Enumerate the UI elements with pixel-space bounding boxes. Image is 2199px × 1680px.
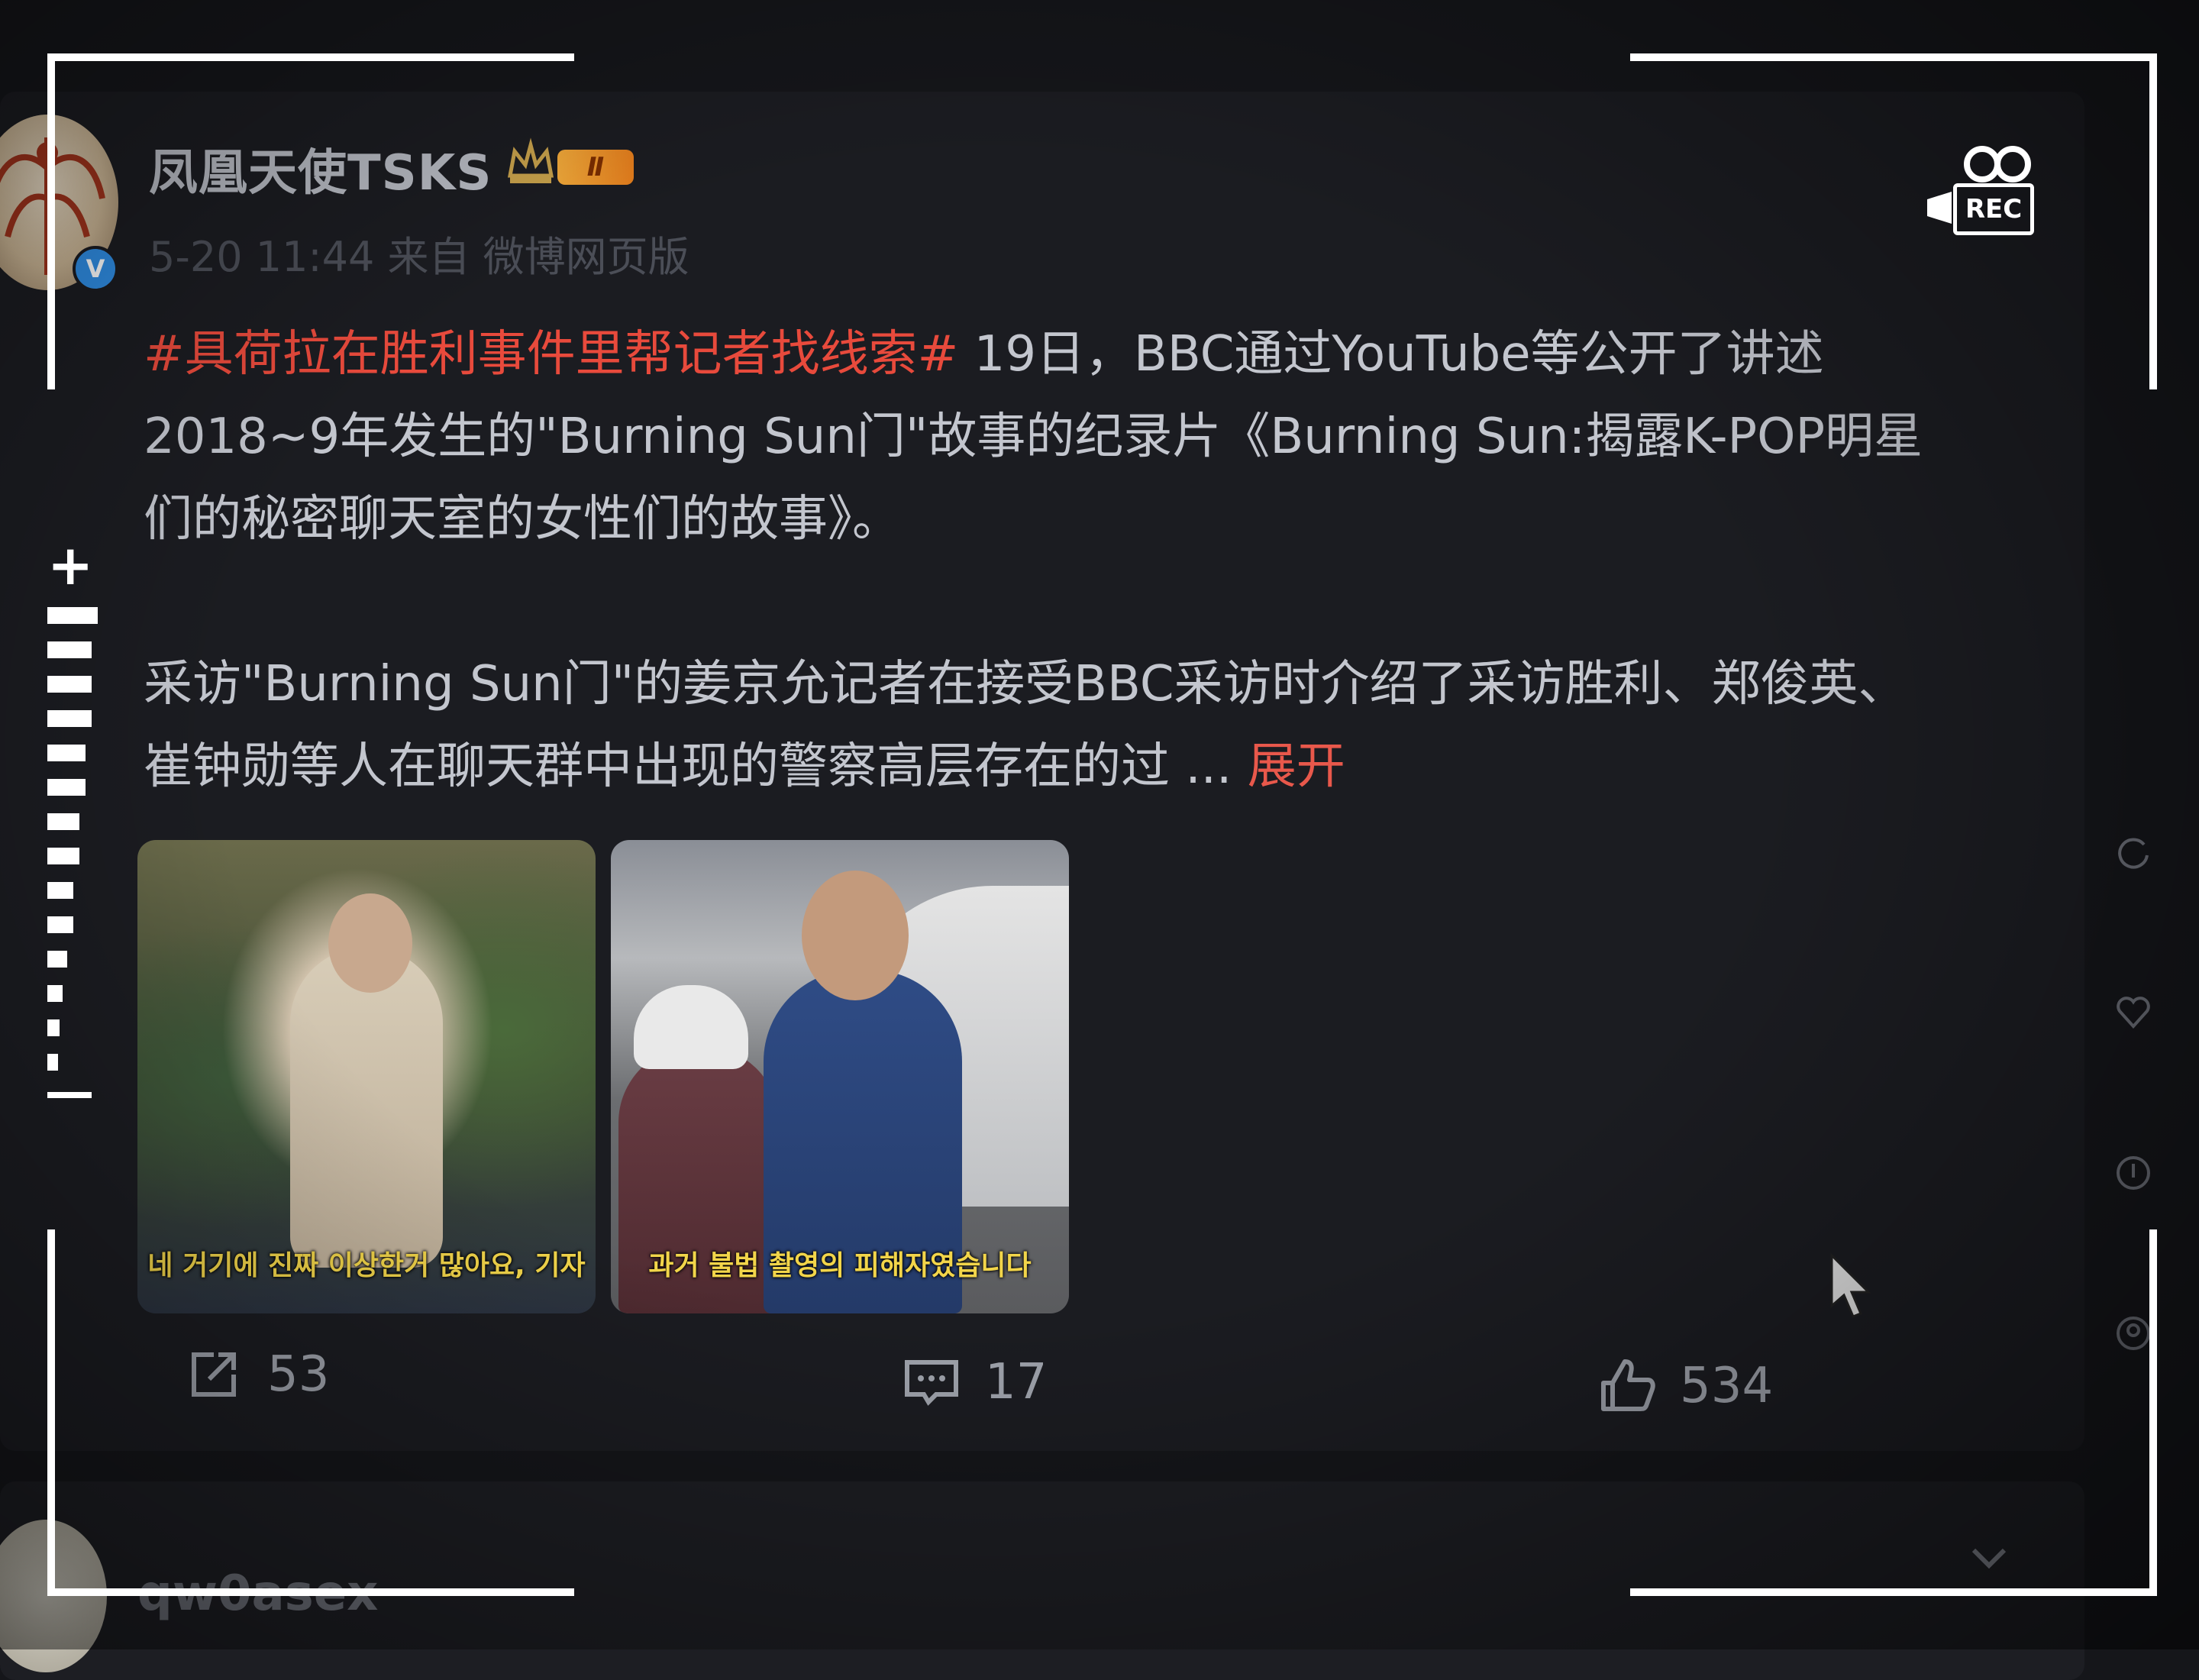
body-line: 们的秘密聊天室的女性们的故事》。 xyxy=(144,491,901,548)
comment-button[interactable]: 17 xyxy=(901,1352,1047,1413)
rec-label: REC xyxy=(1953,183,2034,235)
chevron-down-icon[interactable] xyxy=(1966,1535,2012,1581)
refresh-icon[interactable] xyxy=(2113,832,2153,872)
viewfinder-corner xyxy=(47,1229,55,1596)
post-image[interactable]: 네 거기에 진짜 이상한거 많아요, 기자 xyxy=(137,840,596,1313)
viewfinder-corner xyxy=(47,53,574,61)
body-line: 崔钟勋等人在聊天群中出现的警察高层存在的过 ... xyxy=(144,738,1248,795)
comment-icon xyxy=(905,1360,958,1406)
camera-icon xyxy=(1964,146,2031,183)
post-actions: 53 17 534 xyxy=(0,1344,2084,1428)
user-icon[interactable] xyxy=(2113,1313,2153,1353)
viewfinder-corner xyxy=(1630,53,2157,61)
like-icon xyxy=(1601,1359,1655,1411)
like-button[interactable]: 534 xyxy=(1596,1355,1773,1417)
cursor-icon xyxy=(1830,1252,1871,1318)
viewfinder-corner xyxy=(47,53,55,389)
camera-lens-icon xyxy=(1927,192,1952,224)
like-count: 534 xyxy=(1680,1358,1774,1414)
viewfinder-corner xyxy=(2149,53,2157,389)
post-image[interactable]: 과거 불법 촬영의 피해자였습니다 xyxy=(611,840,1069,1313)
camera-rec-indicator: REC xyxy=(1924,141,2034,235)
level-badge: Ⅱ xyxy=(557,150,634,185)
verified-badge-icon: V xyxy=(73,246,118,292)
crown-icon xyxy=(507,137,554,183)
share-button[interactable]: 53 xyxy=(183,1344,329,1405)
post-timestamp: 5-20 11:44 来自 微博网页版 xyxy=(149,233,689,281)
info-icon[interactable] xyxy=(2113,1153,2153,1193)
body-line: 19日，BBC通过YouTube等公开了讲述 xyxy=(958,326,1824,383)
zoom-in-icon[interactable]: + xyxy=(47,538,93,593)
post-body: #具荷拉在胜利事件里帮记者找线索# 19日，BBC通过YouTube等公开了讲述… xyxy=(144,313,2022,808)
body-line: 采访"Burning Sun门"的姜京允记者在接受BBC采访时介绍了采访胜利、郑… xyxy=(144,656,1907,712)
share-count: 53 xyxy=(267,1346,330,1403)
hashtag-link[interactable]: #具荷拉在胜利事件里帮记者找线索# xyxy=(144,326,958,383)
zoom-out-icon[interactable] xyxy=(47,1092,92,1098)
username[interactable]: 凤凰天使TSKS xyxy=(149,134,492,204)
viewfinder-corner xyxy=(47,1588,574,1596)
viewfinder-corner xyxy=(1630,1588,2157,1596)
comment-count: 17 xyxy=(985,1354,1048,1410)
share-icon xyxy=(192,1352,236,1397)
image-caption: 과거 불법 촬영의 피해자였습니다 xyxy=(648,1250,1032,1281)
body-line: 2018~9年发生的"Burning Sun门"故事的纪录片《Burning S… xyxy=(144,409,1923,465)
viewfinder-corner xyxy=(2149,1229,2157,1596)
heart-icon[interactable] xyxy=(2113,993,2153,1032)
expand-link[interactable]: 展开 xyxy=(1248,738,1345,795)
image-caption: 네 거기에 진짜 이상한거 많아요, 기자 xyxy=(147,1250,586,1281)
